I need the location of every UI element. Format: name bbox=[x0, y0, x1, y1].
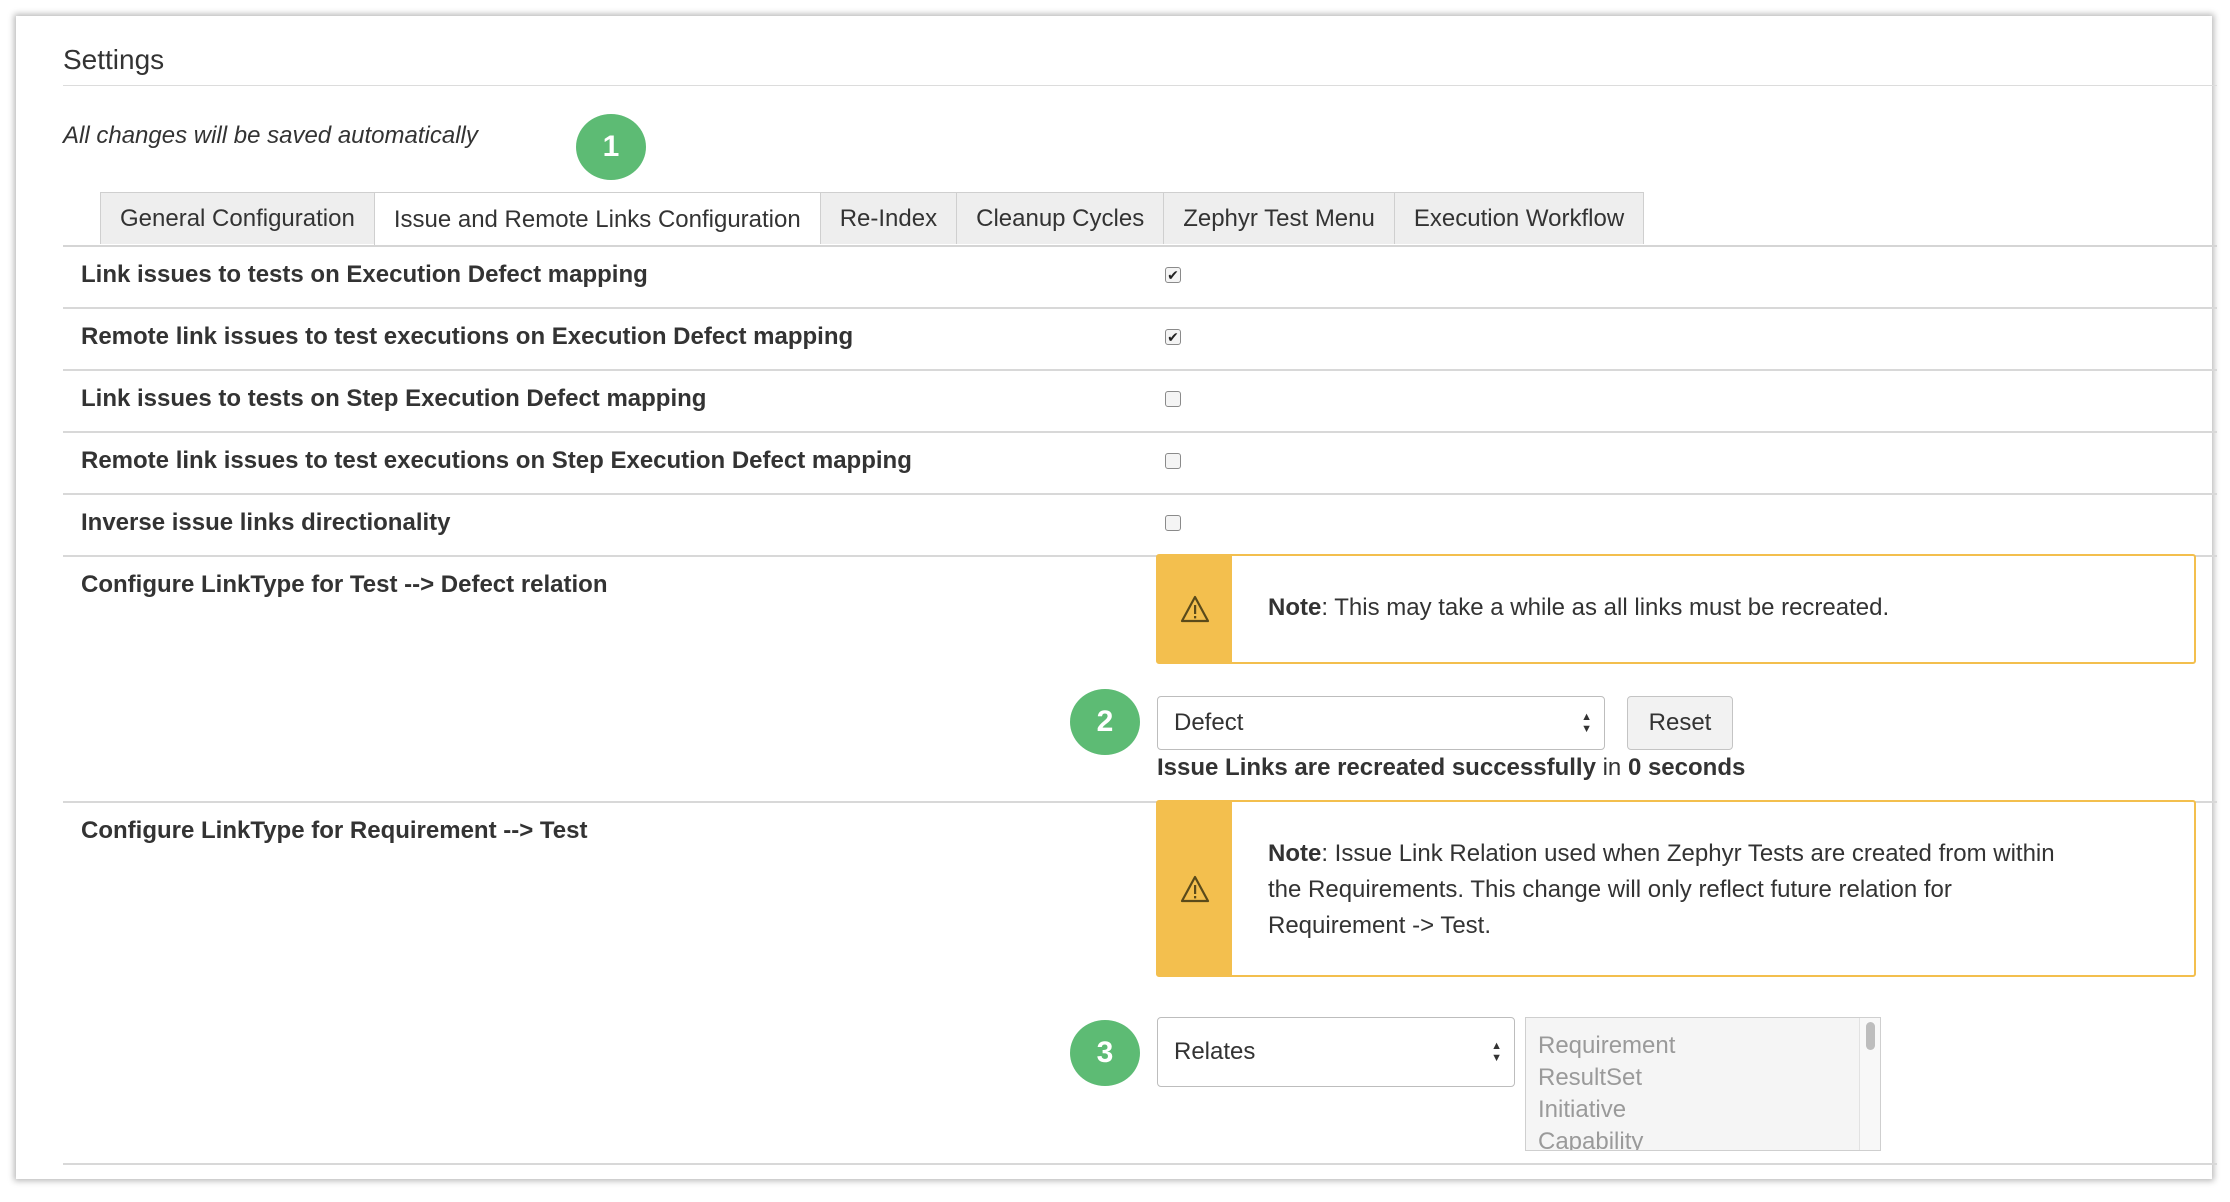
option-label: Link issues to tests on Execution Defect… bbox=[81, 261, 648, 288]
row-divider bbox=[63, 493, 2217, 495]
tab-issue-and-remote-links[interactable]: Issue and Remote Links Configuration bbox=[373, 192, 820, 246]
title-divider bbox=[63, 85, 2217, 86]
note-text: Note: Issue Link Relation used when Zeph… bbox=[1268, 840, 2055, 939]
row-divider bbox=[63, 431, 2217, 433]
requirement-relation-label: Configure LinkType for Requirement --> T… bbox=[81, 817, 588, 844]
select-value: Defect bbox=[1174, 709, 1244, 736]
settings-tabs: General Configuration Issue and Remote L… bbox=[100, 192, 1645, 246]
up-down-arrows-icon: ▲ ▼ bbox=[1581, 711, 1592, 735]
tab-general-configuration[interactable]: General Configuration bbox=[100, 192, 374, 244]
step-badge-3: 3 bbox=[1070, 1020, 1140, 1086]
step-badge-1: 1 bbox=[576, 114, 646, 180]
recreate-status: Issue Links are recreated successfully i… bbox=[1157, 754, 1746, 781]
tabs-divider bbox=[63, 245, 2217, 247]
tab-re-index[interactable]: Re-Index bbox=[819, 192, 957, 244]
warning-icon bbox=[1180, 595, 1210, 623]
option-checkbox[interactable]: ✔ bbox=[1165, 329, 1181, 345]
note-strip bbox=[1158, 802, 1232, 975]
warning-icon bbox=[1180, 875, 1210, 902]
list-item[interactable]: Capability bbox=[1538, 1126, 1643, 1150]
option-label: Remote link issues to test executions on… bbox=[81, 447, 912, 474]
option-checkbox[interactable] bbox=[1165, 515, 1181, 531]
step-badge-2: 2 bbox=[1070, 689, 1140, 755]
requirement-linktype-select[interactable]: Relates ▲ ▼ bbox=[1157, 1017, 1515, 1087]
defect-relation-note: Note: This may take a while as all links… bbox=[1156, 554, 2196, 664]
option-checkbox[interactable] bbox=[1165, 391, 1181, 407]
option-checkbox[interactable]: ✔ bbox=[1165, 267, 1181, 283]
reset-button[interactable]: Reset bbox=[1627, 696, 1733, 750]
select-value: Relates bbox=[1174, 1038, 1256, 1065]
requirement-relation-note: Note: Issue Link Relation used when Zeph… bbox=[1156, 800, 2196, 977]
issue-type-listbox[interactable]: Requirement ResultSet Initiative Capabil… bbox=[1525, 1017, 1881, 1151]
row-divider bbox=[63, 369, 2217, 371]
list-item[interactable]: Requirement bbox=[1538, 1030, 1675, 1062]
list-item[interactable]: ResultSet bbox=[1538, 1062, 1642, 1094]
settings-panel: Settings All changes will be saved autom… bbox=[16, 16, 2217, 1179]
defect-relation-label: Configure LinkType for Test --> Defect r… bbox=[81, 571, 608, 598]
tab-execution-workflow[interactable]: Execution Workflow bbox=[1393, 192, 1645, 244]
row-divider bbox=[63, 1163, 2217, 1165]
defect-linktype-select[interactable]: Defect ▲ ▼ bbox=[1157, 696, 1605, 750]
option-label: Inverse issue links directionality bbox=[81, 509, 451, 536]
scrollbar-thumb[interactable] bbox=[1866, 1022, 1875, 1050]
list-item[interactable]: Initiative bbox=[1538, 1094, 1626, 1126]
row-divider bbox=[63, 307, 2217, 309]
up-down-arrows-icon: ▲ ▼ bbox=[1491, 1040, 1502, 1064]
tab-zephyr-test-menu[interactable]: Zephyr Test Menu bbox=[1163, 192, 1394, 244]
note-strip bbox=[1158, 556, 1232, 662]
checkmark-icon: ✔ bbox=[1167, 267, 1179, 283]
option-label: Remote link issues to test executions on… bbox=[81, 323, 854, 350]
tab-cleanup-cycles[interactable]: Cleanup Cycles bbox=[956, 192, 1164, 244]
page-title: Settings bbox=[63, 44, 165, 75]
option-label: Link issues to tests on Step Execution D… bbox=[81, 385, 707, 412]
checkmark-icon: ✔ bbox=[1167, 329, 1179, 345]
note-text: Note: This may take a while as all links… bbox=[1268, 594, 1890, 621]
listbox-scrollbar[interactable] bbox=[1859, 1018, 1880, 1150]
autosave-notice: All changes will be saved automatically bbox=[63, 122, 478, 149]
option-checkbox[interactable] bbox=[1165, 453, 1181, 469]
